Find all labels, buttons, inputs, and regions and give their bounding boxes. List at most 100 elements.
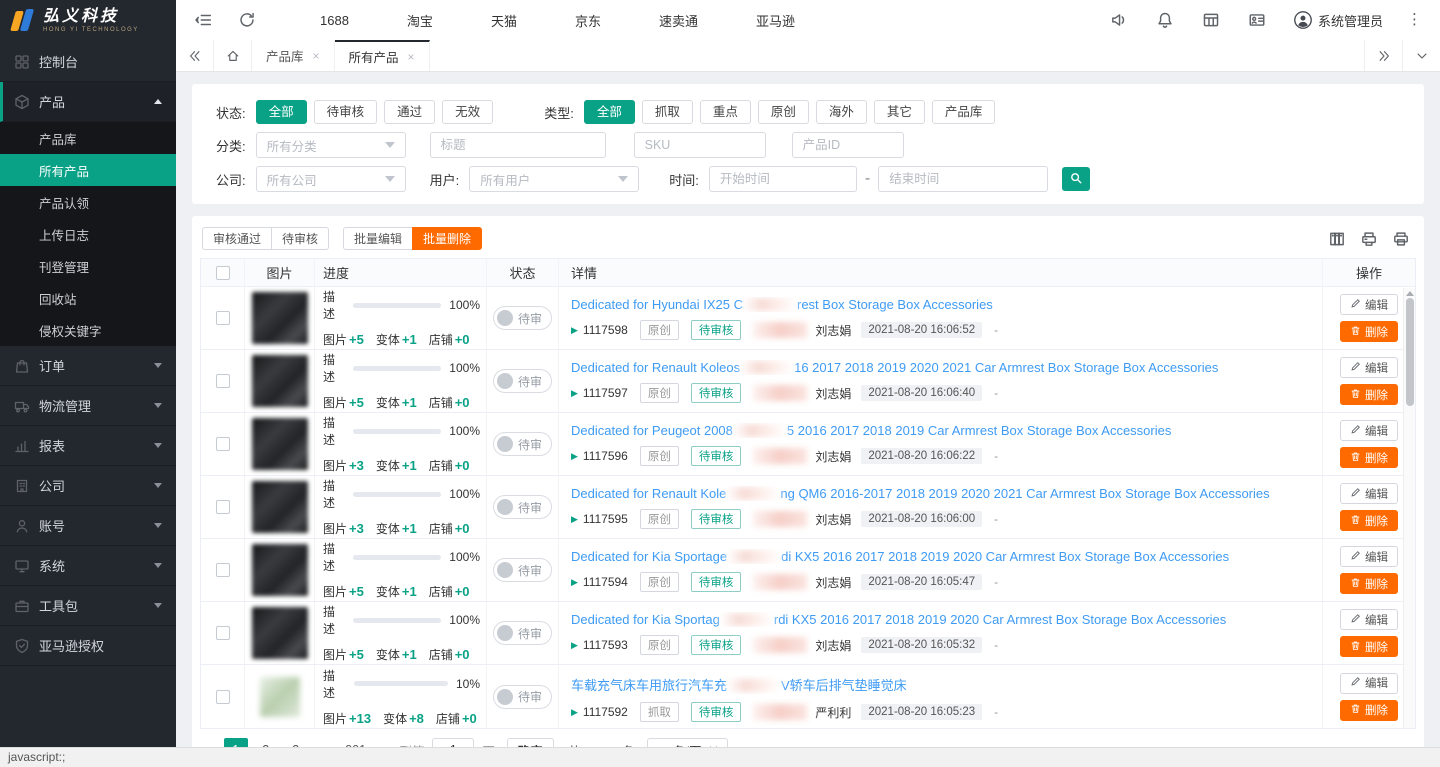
product-title-link[interactable]: Dedicated for Renault Koleos16 2017 2018… xyxy=(571,360,1310,375)
type-option-button[interactable]: 全部 xyxy=(584,100,635,124)
row-checkbox[interactable] xyxy=(216,500,230,514)
type-option-button[interactable]: 其它 xyxy=(874,100,925,124)
play-icon[interactable]: ▶ xyxy=(571,388,578,399)
edit-button[interactable]: 编辑 xyxy=(1340,483,1398,504)
goto-page-input[interactable] xyxy=(432,738,474,747)
play-icon[interactable]: ▶ xyxy=(571,577,578,588)
apps-icon[interactable] xyxy=(1202,11,1220,29)
product-thumbnail[interactable] xyxy=(252,355,308,407)
scrollbar-thumb[interactable] xyxy=(1406,298,1414,406)
sidebar-item[interactable]: 所有产品 xyxy=(0,154,176,186)
type-option-button[interactable]: 重点 xyxy=(700,100,751,124)
type-option-button[interactable]: 原创 xyxy=(758,100,809,124)
tab[interactable]: 所有产品 × xyxy=(335,40,430,71)
next-page-icon[interactable]: › xyxy=(377,742,382,747)
edit-button[interactable]: 编辑 xyxy=(1340,609,1398,630)
page-button[interactable]: 901 xyxy=(344,738,368,747)
pid-input[interactable] xyxy=(792,132,904,158)
status-option-button[interactable]: 待审核 xyxy=(314,100,378,124)
batch-edit-button[interactable]: 批量编辑 xyxy=(343,227,413,250)
status-option-button[interactable]: 通过 xyxy=(384,100,435,124)
sidebar-item[interactable]: 回收站 xyxy=(0,282,176,314)
edit-button[interactable]: 编辑 xyxy=(1340,673,1398,694)
delete-button[interactable]: 删除 xyxy=(1340,636,1398,657)
marketplace-link[interactable]: T 天猫 xyxy=(469,11,517,30)
confirm-button[interactable]: 确定 xyxy=(507,738,554,747)
edit-button[interactable]: 编辑 xyxy=(1340,357,1398,378)
batch-delete-button[interactable]: 批量删除 xyxy=(412,227,482,250)
product-thumbnail[interactable] xyxy=(260,677,300,717)
status-option-button[interactable]: 无效 xyxy=(442,100,493,124)
play-icon[interactable]: ▶ xyxy=(571,640,578,651)
search-button[interactable] xyxy=(1062,167,1090,191)
tab-close-icon[interactable]: × xyxy=(313,49,320,63)
sidebar-item[interactable]: 产品认领 xyxy=(0,186,176,218)
sidebar-item[interactable]: 上传日志 xyxy=(0,218,176,250)
delete-button[interactable]: 删除 xyxy=(1340,573,1398,594)
tab-close-icon[interactable]: × xyxy=(408,50,415,64)
page-size-select[interactable]: 90 条/页 xyxy=(647,738,729,747)
collapse-menu-icon[interactable] xyxy=(194,11,212,29)
refresh-icon[interactable] xyxy=(238,11,256,29)
columns-icon[interactable] xyxy=(1328,230,1346,248)
product-thumbnail[interactable] xyxy=(252,481,308,533)
approve-button[interactable]: 审核通过 xyxy=(202,227,272,250)
sidebar-item[interactable]: 订单 xyxy=(0,346,176,386)
sidebar-item[interactable]: 报表 xyxy=(0,426,176,466)
sidebar-item[interactable]: 账号 xyxy=(0,506,176,546)
row-checkbox[interactable] xyxy=(216,626,230,640)
tab[interactable]: 产品库 × xyxy=(252,40,335,71)
user-menu[interactable]: 系统管理员 xyxy=(1294,11,1383,30)
time-end-input[interactable] xyxy=(878,166,1048,192)
collapse-panel-icon[interactable] xyxy=(1402,40,1440,71)
sidebar-item[interactable]: 工具包 xyxy=(0,586,176,626)
id-card-icon[interactable] xyxy=(1248,11,1266,29)
sidebar-item[interactable]: 产品库 xyxy=(0,122,176,154)
sidebar-item[interactable]: 亚马逊授权 xyxy=(0,626,176,666)
sidebar-item[interactable]: 侵权关键字 xyxy=(0,314,176,346)
sidebar-item[interactable]: 刊登管理 xyxy=(0,250,176,282)
marketplace-link[interactable]: 京 京东 xyxy=(553,11,601,30)
user-select[interactable]: 所有用户 xyxy=(469,166,639,192)
product-title-link[interactable]: Dedicated for Kia Sportagrdi KX5 2016 20… xyxy=(571,612,1310,627)
more-menu-icon[interactable]: ⋮ xyxy=(1407,15,1422,25)
select-all-checkbox[interactable] xyxy=(216,266,230,280)
type-option-button[interactable]: 抓取 xyxy=(642,100,693,124)
product-thumbnail[interactable] xyxy=(252,418,308,470)
export-icon[interactable] xyxy=(1360,230,1378,248)
play-icon[interactable]: ▶ xyxy=(571,325,578,336)
company-select[interactable]: 所有公司 xyxy=(256,166,406,192)
page-button[interactable]: 3 xyxy=(284,738,308,747)
play-icon[interactable]: ▶ xyxy=(571,451,578,462)
sidebar-item[interactable]: 系统 xyxy=(0,546,176,586)
bell-icon[interactable] xyxy=(1156,11,1174,29)
title-input[interactable] xyxy=(430,132,606,158)
delete-button[interactable]: 删除 xyxy=(1340,321,1398,342)
type-option-button[interactable]: 产品库 xyxy=(932,100,996,124)
delete-button[interactable]: 删除 xyxy=(1340,510,1398,531)
edit-button[interactable]: 编辑 xyxy=(1340,420,1398,441)
sku-input[interactable] xyxy=(634,132,766,158)
marketplace-link[interactable]: U 速卖通 xyxy=(637,11,698,30)
edit-button[interactable]: 编辑 xyxy=(1340,546,1398,567)
product-thumbnail[interactable] xyxy=(252,544,308,596)
time-start-input[interactable] xyxy=(709,166,857,192)
row-checkbox[interactable] xyxy=(216,690,230,704)
print-icon[interactable] xyxy=(1392,230,1410,248)
page-button[interactable]: 1 xyxy=(224,738,248,747)
play-icon[interactable]: ▶ xyxy=(571,514,578,525)
status-option-button[interactable]: 全部 xyxy=(256,100,307,124)
product-title-link[interactable]: Dedicated for Kia Sportagedi KX5 2016 20… xyxy=(571,549,1310,564)
product-title-link[interactable]: 车载充气床车用旅行汽车充V轿车后排气垫睡觉床 xyxy=(571,675,1310,694)
row-checkbox[interactable] xyxy=(216,563,230,577)
expand-tabs-icon[interactable] xyxy=(1364,40,1402,71)
delete-button[interactable]: 删除 xyxy=(1340,384,1398,405)
sidebar-item[interactable]: 物流管理 xyxy=(0,386,176,426)
prev-page-icon[interactable]: ‹ xyxy=(210,742,215,747)
sidebar-item[interactable]: 公司 xyxy=(0,466,176,506)
delete-button[interactable]: 删除 xyxy=(1340,700,1398,721)
product-thumbnail[interactable] xyxy=(252,607,308,659)
marketplace-link[interactable]: a 1688 xyxy=(298,12,349,28)
collapse-tabs-icon[interactable] xyxy=(176,40,214,71)
set-pending-button[interactable]: 待审核 xyxy=(271,227,329,250)
